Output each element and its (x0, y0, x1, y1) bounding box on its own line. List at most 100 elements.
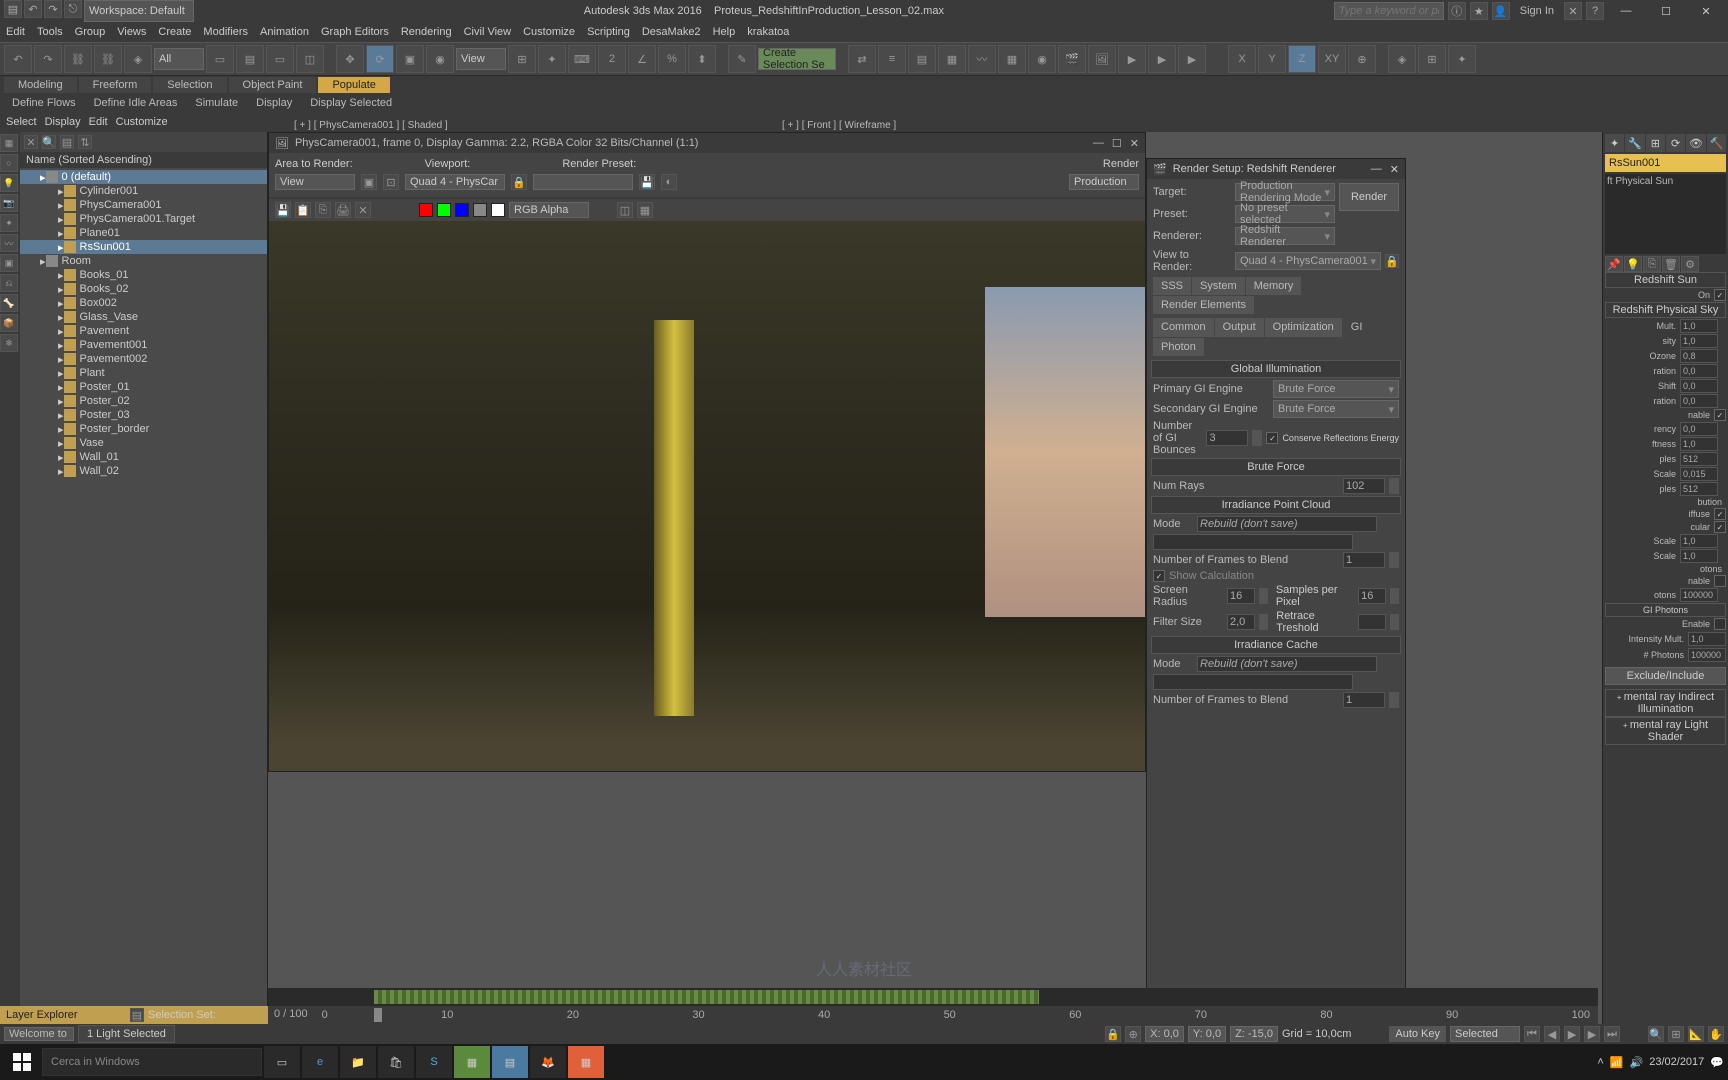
numrays-spinner[interactable] (1389, 478, 1399, 494)
fb-blue-swatch[interactable] (455, 203, 469, 217)
fb-channel-dropdown[interactable]: RGB Alpha (509, 202, 589, 218)
coord-z[interactable]: Z: -15,0 (1230, 1026, 1278, 1042)
cmd-modify-tab[interactable]: 🔧 (1625, 134, 1644, 152)
param-input[interactable] (1680, 467, 1718, 481)
rs-tab-gi[interactable]: GI (1343, 318, 1371, 337)
pin-stack-icon[interactable]: 📌 (1605, 256, 1623, 272)
param-input[interactable] (1680, 549, 1718, 563)
move-button[interactable]: ✥ (336, 45, 364, 73)
param-input[interactable] (1680, 364, 1718, 378)
tray-date[interactable]: 23/02/2017 (1649, 1056, 1704, 1068)
scene-item[interactable]: ▸PhysCamera001 (20, 198, 267, 212)
menu-modifiers[interactable]: Modifiers (203, 26, 248, 38)
primary-gi-dropdown[interactable]: Brute Force (1273, 380, 1399, 398)
signin-link[interactable]: Sign In (1514, 5, 1560, 17)
scene-item[interactable]: ▸Cylinder001 (20, 184, 267, 198)
param-checkbox[interactable] (1714, 575, 1726, 587)
viewport-tab-1[interactable]: [ + ] [ PhysCamera001 ] [ Shaded ] (286, 118, 766, 132)
scene-item[interactable]: ▸Poster_border (20, 422, 267, 436)
render-iter-button[interactable]: ▶ (1148, 45, 1176, 73)
prev-frame-icon[interactable]: ◀ (1544, 1026, 1560, 1042)
gi-photons-input[interactable] (1688, 648, 1726, 662)
mr-shader-header[interactable]: + mental ray Light Shader (1605, 717, 1726, 745)
fb-lock-icon[interactable]: 🔒 (511, 174, 527, 190)
bf-rollout-header[interactable]: Brute Force (1151, 458, 1401, 476)
ic-frames-input[interactable] (1343, 692, 1385, 708)
ipc-file-input[interactable] (1153, 534, 1353, 550)
rs-tab-optimization[interactable]: Optimization (1265, 318, 1342, 337)
axis-xyz-button[interactable]: ⊕ (1348, 45, 1376, 73)
link-icon[interactable]: ⎋ (64, 0, 82, 18)
scene-item[interactable]: ▸Plane01 (20, 226, 267, 240)
menu-edit[interactable]: Edit (6, 26, 25, 38)
link-button[interactable]: ⛓ (64, 45, 92, 73)
menu-views[interactable]: Views (117, 26, 146, 38)
rs-preset-dropdown[interactable]: No preset selected (1235, 205, 1335, 223)
gi-photons-header[interactable]: GI Photons (1605, 603, 1726, 617)
mr-indirect-header[interactable]: + mental ray Indirect Illumination (1605, 689, 1726, 717)
cmd-hierarchy-tab[interactable]: ⊞ (1646, 134, 1665, 152)
select-object-button[interactable]: ▭ (206, 45, 234, 73)
fb-save-icon[interactable]: 💾 (639, 174, 655, 190)
user-icon[interactable]: 👤 (1492, 2, 1510, 20)
scene-item[interactable]: ▸Vase (20, 436, 267, 450)
scene-item[interactable]: ▸Pavement001 (20, 338, 267, 352)
named-selection-dropdown[interactable]: Create Selection Se (758, 48, 836, 70)
subribbon-display-selected[interactable]: Display Selected (302, 95, 400, 111)
exclude-button[interactable]: Exclude/Include (1605, 667, 1726, 685)
rendered-frame-button[interactable]: 🖼 (1088, 45, 1116, 73)
scene-item[interactable]: ▸Books_02 (20, 282, 267, 296)
scene-item[interactable]: ▸Plant (20, 366, 267, 380)
rs-target-dropdown[interactable]: Production Rendering Mode (1235, 183, 1335, 201)
filter-bone-icon[interactable]: 🦴 (0, 294, 18, 312)
scene-item[interactable]: ▸Poster_03 (20, 408, 267, 422)
scene-item[interactable]: ▸Pavement (20, 324, 267, 338)
sky-rollout-header[interactable]: Redshift Physical Sky (1605, 302, 1726, 318)
redo-icon[interactable]: ↷ (44, 0, 62, 18)
param-input[interactable] (1680, 379, 1718, 393)
selset-icon[interactable]: ▤ (130, 1008, 144, 1022)
render-prod-button[interactable]: ▶ (1118, 45, 1146, 73)
keyboard-button[interactable]: ⌨ (568, 45, 596, 73)
scene-item[interactable]: ▸Room (20, 254, 267, 268)
filter-input[interactable] (1227, 614, 1255, 630)
coord-x[interactable]: X: 0,0 (1145, 1026, 1184, 1042)
info-icon[interactable]: ⓘ (1448, 2, 1466, 20)
param-input[interactable] (1680, 394, 1718, 408)
scene-item[interactable]: ▸Books_01 (20, 268, 267, 282)
subribbon-simulate[interactable]: Simulate (187, 95, 246, 111)
subribbon-display[interactable]: Display (248, 95, 300, 111)
snap-percent-button[interactable]: % (658, 45, 686, 73)
autokey-button[interactable]: Auto Key (1389, 1026, 1446, 1042)
help-icon[interactable]: ? (1586, 2, 1604, 20)
se-tab-select[interactable]: Select (6, 116, 37, 128)
keymode-dropdown[interactable]: Selected (1450, 1026, 1520, 1042)
scene-item[interactable]: ▸Wall_02 (20, 464, 267, 478)
fb-red-swatch[interactable] (419, 203, 433, 217)
fov-icon[interactable]: 📐 (1688, 1026, 1704, 1042)
se-sort-icon[interactable]: ⇅ (78, 135, 92, 149)
filter-geom-icon[interactable]: ▦ (0, 134, 18, 152)
fb-green-swatch[interactable] (437, 203, 451, 217)
tray-notif-icon[interactable]: 💬 (1710, 1056, 1724, 1069)
radius-spinner[interactable] (1259, 588, 1268, 604)
maximize-button[interactable]: ☐ (1648, 1, 1684, 21)
fb-production-dropdown[interactable]: Production (1069, 174, 1139, 190)
scene-item[interactable]: ▸Poster_01 (20, 380, 267, 394)
rs-tab-sss[interactable]: SSS (1153, 277, 1191, 295)
numrays-input[interactable] (1343, 478, 1385, 494)
ic-file-input[interactable] (1153, 674, 1353, 690)
render-active-button[interactable]: ▶ (1178, 45, 1206, 73)
bind-button[interactable]: ◈ (124, 45, 152, 73)
manip-button[interactable]: ✦ (538, 45, 566, 73)
tray-network-icon[interactable]: 📶 (1610, 1056, 1624, 1069)
menu-create[interactable]: Create (158, 26, 191, 38)
app1-icon[interactable]: ▦ (454, 1046, 490, 1078)
fb-close-icon[interactable]: ✕ (1130, 137, 1139, 150)
exchange-icon[interactable]: ✕ (1564, 2, 1582, 20)
snap-angle-button[interactable]: ∠ (628, 45, 656, 73)
scene-item[interactable]: ▸RsSun001 (20, 240, 267, 254)
zoom-icon[interactable]: 🔍 (1648, 1026, 1664, 1042)
axis-z-button[interactable]: Z (1288, 45, 1316, 73)
filter-shape-icon[interactable]: ○ (0, 154, 18, 172)
